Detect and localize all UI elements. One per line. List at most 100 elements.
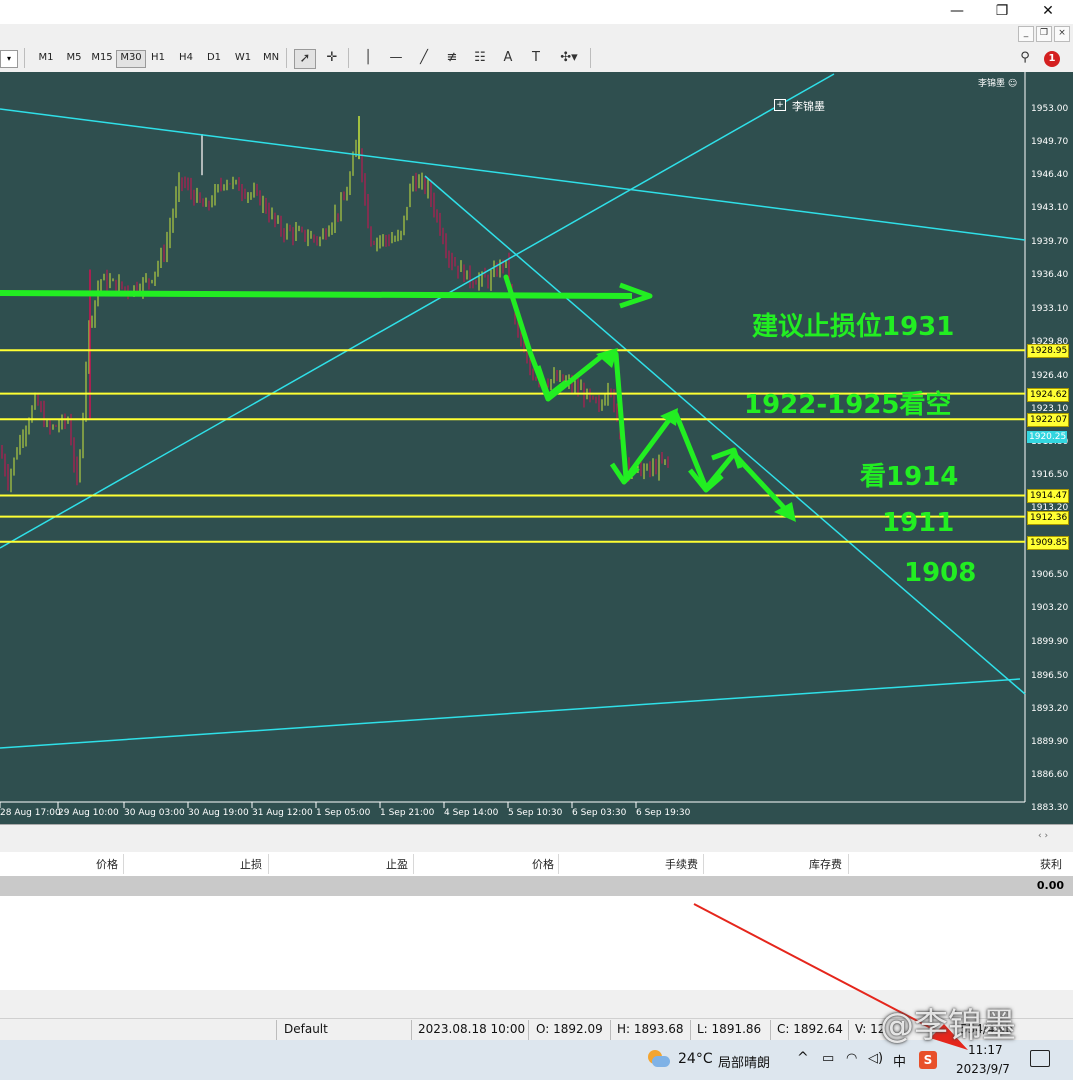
child-minimize-button[interactable]: _ (1018, 26, 1034, 42)
terminal-header: 价格 止损 止盈 价格 手续费 库存费 获利 (0, 852, 1073, 877)
price-chart[interactable]: 李锦墨 ☺ + 李锦墨 建议止损位1931 1922-1925看空 看1914 … (0, 72, 1073, 824)
price-level-tag[interactable]: 1924.62 (1027, 387, 1069, 402)
shapes-dropdown-icon[interactable]: ✣▾ (554, 49, 584, 67)
weather-description[interactable]: 局部晴朗 (718, 1052, 770, 1071)
price-scale-label: 1936.40 (1031, 270, 1069, 281)
time-scale-label: 30 Aug 03:00 (124, 808, 185, 818)
child-close-button[interactable]: × (1054, 26, 1070, 42)
timeframe-w1[interactable]: W1 (230, 50, 256, 66)
wifi-icon[interactable]: ◠ (846, 1051, 857, 1066)
column-divider (413, 854, 414, 874)
clock-date[interactable]: 2023/9/7 (956, 1062, 1010, 1076)
text-icon[interactable]: A (498, 49, 518, 67)
search-icon[interactable]: ⚲ (1015, 49, 1035, 67)
time-scale-label: 30 Aug 19:00 (188, 808, 249, 818)
horizontal-line-icon[interactable]: — (386, 49, 406, 67)
weather-cloud-sun-icon[interactable] (646, 1048, 670, 1070)
status-divider (848, 1020, 849, 1040)
sogou-input-icon[interactable]: S (919, 1051, 937, 1069)
minimize-button[interactable]: — (935, 0, 979, 24)
col-price-current[interactable]: 价格 (494, 856, 554, 872)
forecast-arrow-path (673, 411, 791, 515)
price-level-tag[interactable]: 1912.36 (1027, 510, 1069, 525)
ime-indicator[interactable]: 中 (893, 1051, 906, 1070)
time-scale-label: 28 Aug 17:00 (0, 808, 61, 818)
price-level-tag[interactable]: 1909.85 (1027, 535, 1069, 550)
notification-icon[interactable] (1030, 1050, 1050, 1067)
total-profit: 0.00 (1036, 879, 1064, 892)
terminal-splitter[interactable]: ‹ › (0, 824, 1073, 853)
volume-icon[interactable]: ◁) (868, 1051, 883, 1066)
col-profit[interactable]: 获利 (1000, 856, 1062, 872)
chevron-up-icon[interactable]: ^ (797, 1050, 809, 1066)
object-anchor-icon[interactable]: + (774, 99, 786, 111)
col-stop-loss[interactable]: 止损 (200, 856, 262, 872)
price-scale-label: 1949.70 (1031, 137, 1069, 148)
column-divider (848, 854, 849, 874)
price-scale-label: 1946.40 (1031, 170, 1069, 181)
timeframe-m15[interactable]: M15 (88, 50, 116, 66)
price-scale-label: 1893.20 (1031, 703, 1069, 714)
column-divider (558, 854, 559, 874)
fibonacci-icon[interactable]: ☷ (470, 49, 490, 67)
timeframe-d1[interactable]: D1 (202, 50, 226, 66)
alerts-icon[interactable]: 1 (1042, 49, 1062, 69)
channel-icon[interactable]: ≢ (442, 49, 462, 67)
window-title-bar: — ❐ ✕ (0, 0, 1073, 24)
toolbar-separator (24, 48, 25, 68)
col-swap[interactable]: 库存费 (780, 856, 842, 872)
price-level-tag[interactable]: 1922.07 (1027, 413, 1069, 428)
price-scale-label: 1953.00 (1031, 104, 1069, 114)
text-label-icon[interactable]: T (526, 49, 546, 67)
source-watermark: @李锦墨 (880, 1006, 1016, 1046)
toolbar: ▾ M1 M5 M15 M30 H1 H4 D1 W1 MN ➚ ✛ │ — ╱… (0, 44, 1073, 73)
restore-button[interactable]: ❐ (980, 0, 1024, 24)
timeframe-h4[interactable]: H4 (174, 50, 198, 66)
price-scale-label: 1943.10 (1031, 203, 1069, 214)
price-scale-label: 1883.30 (1031, 803, 1069, 814)
status-low: L: 1891.86 (697, 1022, 762, 1036)
trendline (0, 108, 1026, 241)
price-level-tag[interactable]: 1914.47 (1027, 489, 1069, 504)
price-scale-label: 1926.40 (1031, 370, 1069, 381)
timeframe-m5[interactable]: M5 (62, 50, 86, 66)
status-divider (690, 1020, 691, 1040)
timeframe-h1[interactable]: H1 (146, 50, 170, 66)
timeframe-m1[interactable]: M1 (34, 50, 58, 66)
status-divider (610, 1020, 611, 1040)
terminal-body (0, 896, 1073, 991)
price-scale-label: 1933.10 (1031, 303, 1069, 314)
status-divider (528, 1020, 529, 1040)
status-high: H: 1893.68 (617, 1022, 684, 1036)
scroll-arrows-icon[interactable]: ‹ › (1038, 831, 1048, 841)
price-scale-label: 1916.50 (1031, 470, 1069, 481)
chart-canvas (0, 72, 1026, 808)
support-arrow-line (0, 290, 633, 299)
bid-price-tag: 1920.25 (1027, 431, 1067, 444)
vertical-line-icon[interactable]: │ (358, 49, 378, 67)
close-button[interactable]: ✕ (1026, 0, 1070, 24)
target3-annotation: 1908 (904, 558, 977, 588)
crosshair-icon[interactable]: ✛ (322, 49, 342, 67)
dropdown-arrow-icon[interactable]: ▾ (0, 50, 18, 68)
weather-temperature[interactable]: 24°C (678, 1051, 713, 1067)
price-scale-label: 1889.90 (1031, 736, 1069, 747)
col-price-open[interactable]: 价格 (60, 856, 118, 872)
price-scale-label: 1939.70 (1031, 237, 1069, 248)
column-divider (703, 854, 704, 874)
col-commission[interactable]: 手续费 (636, 856, 698, 872)
status-profile[interactable]: Default (284, 1022, 328, 1036)
price-level-tag[interactable]: 1928.95 (1027, 344, 1069, 359)
child-restore-button[interactable]: ❐ (1036, 26, 1052, 42)
column-divider (268, 854, 269, 874)
status-divider (770, 1020, 771, 1040)
col-take-profit[interactable]: 止盈 (344, 856, 408, 872)
timeframe-m30[interactable]: M30 (116, 50, 146, 68)
price-scale-label: 1906.50 (1031, 570, 1069, 581)
trendline-icon[interactable]: ╱ (414, 49, 434, 67)
time-scale-label: 4 Sep 14:00 (444, 808, 499, 818)
status-divider (411, 1020, 412, 1040)
timeframe-mn[interactable]: MN (258, 50, 284, 66)
cursor-icon[interactable]: ➚ (294, 49, 316, 69)
battery-icon[interactable]: ▭ (822, 1051, 834, 1066)
